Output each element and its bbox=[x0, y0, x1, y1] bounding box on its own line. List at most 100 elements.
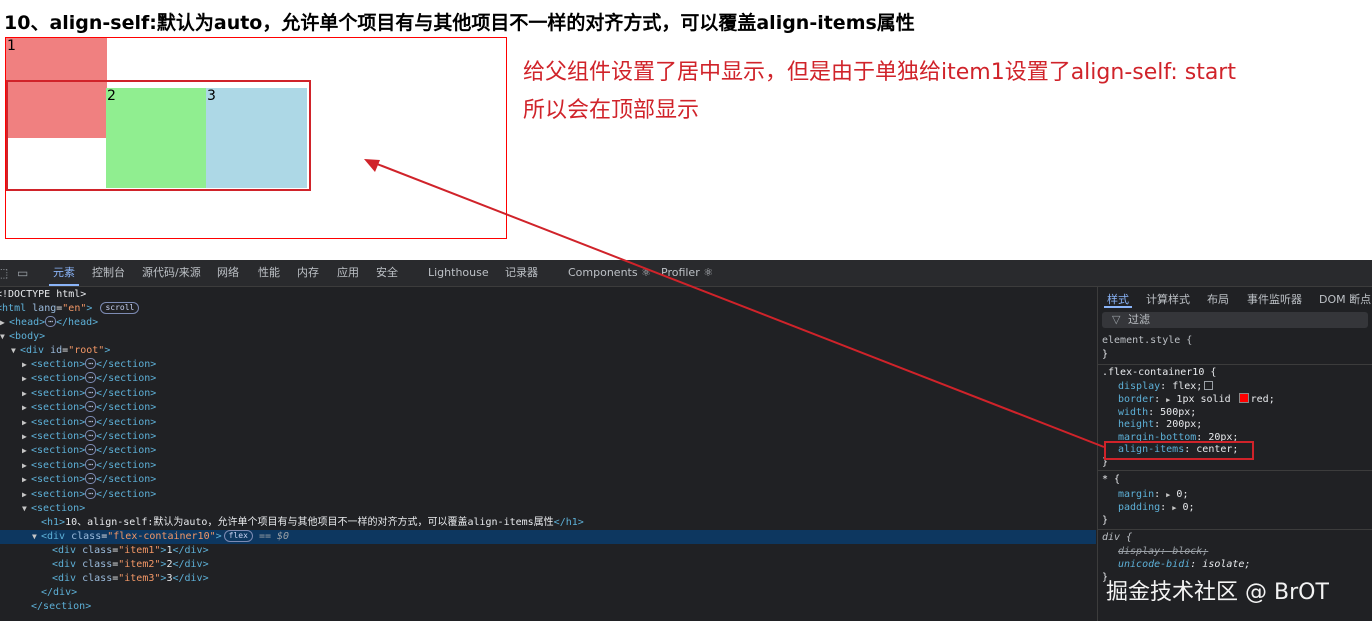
devtools-tabbar: ⬚ ▭ 元素 控制台 源代码/来源 网络 性能 内存 应用 安全 Lightho… bbox=[0, 260, 1372, 287]
prop-display[interactable]: display: flex; bbox=[1118, 380, 1214, 393]
prop-height[interactable]: height: 200px; bbox=[1118, 418, 1202, 431]
prop-padding[interactable]: padding: ▶ 0; bbox=[1118, 501, 1195, 514]
element-style-selector[interactable]: element.style { bbox=[1102, 334, 1192, 347]
dom-body[interactable]: ▼ <body> bbox=[0, 330, 1096, 344]
ua-selector[interactable]: div { bbox=[1102, 531, 1132, 544]
expand-arrow-icon[interactable]: ▶ bbox=[0, 316, 9, 330]
ellipsis-icon[interactable]: ⋯ bbox=[45, 316, 56, 327]
ellipsis-icon[interactable]: ⋯ bbox=[85, 444, 97, 456]
expand-arrow-icon[interactable]: ▶ bbox=[22, 416, 31, 430]
rule-selector[interactable]: .flex-container10 { bbox=[1102, 366, 1216, 379]
section-close-tag: section bbox=[108, 474, 151, 486]
expand-arrow-icon[interactable]: ▶ bbox=[22, 372, 31, 386]
prop-margin[interactable]: margin: ▶ 0; bbox=[1118, 488, 1188, 501]
tab-recorder[interactable]: 记录器 bbox=[505, 260, 538, 286]
inspect-icon[interactable]: ⬚ bbox=[0, 260, 8, 286]
expand-arrow-icon[interactable]: ▶ bbox=[22, 473, 31, 487]
tab-layout[interactable]: 布局 bbox=[1207, 291, 1229, 307]
tab-elements[interactable]: 元素 bbox=[49, 260, 79, 286]
dom-h1[interactable]: <h1>10、align-self:默认为auto，允许单个项目有与其他项目不一… bbox=[0, 516, 1096, 530]
dom-section-collapsed[interactable]: ▶ <section> ⋯ </section> bbox=[0, 444, 1096, 458]
dom-item3[interactable]: <div class="item3">3</div> bbox=[0, 572, 1096, 586]
ellipsis-icon[interactable]: ⋯ bbox=[85, 358, 97, 369]
ua-prop-unicode-bidi: unicode-bidi: isolate; bbox=[1118, 559, 1251, 570]
expand-arrow-icon[interactable]: ▶ bbox=[22, 488, 31, 502]
dom-flex-container-selected[interactable]: ▼ <div class="flex-container10"> flex == $… bbox=[0, 530, 1096, 544]
tab-lighthouse[interactable]: Lighthouse bbox=[428, 260, 489, 286]
dom-section-open[interactable]: ▼ <section> bbox=[0, 502, 1096, 516]
section-close-tag: section bbox=[108, 445, 151, 457]
tab-computed[interactable]: 计算样式 bbox=[1146, 291, 1190, 307]
tab-sources[interactable]: 源代码/来源 bbox=[142, 260, 201, 286]
tab-application[interactable]: 应用 bbox=[337, 260, 359, 286]
expand-arrow-icon[interactable]: ▶ bbox=[22, 430, 31, 444]
dom-section-collapsed[interactable]: ▶ <section> ⋯ </section> bbox=[0, 430, 1096, 444]
dom-section-collapsed[interactable]: ▶ <section> ⋯ </section> bbox=[0, 487, 1096, 502]
dom-div-close[interactable]: </div> bbox=[0, 586, 1096, 600]
ellipsis-icon[interactable]: ⋯ bbox=[85, 473, 97, 485]
expand-arrow-icon[interactable]: ▶ bbox=[22, 358, 31, 372]
tab-performance[interactable]: 性能 bbox=[258, 260, 280, 286]
annotation-highlight-box bbox=[6, 80, 311, 191]
dom-head[interactable]: ▶ <head> ⋯ </head> bbox=[0, 316, 1096, 330]
dom-section-collapsed[interactable]: ▶ <section> ⋯ </section> bbox=[0, 372, 1096, 386]
prop-border[interactable]: border: ▶ 1px solid red; bbox=[1118, 393, 1275, 406]
tab-event-listeners[interactable]: 事件监听器 bbox=[1247, 291, 1302, 307]
styles-filter-input[interactable]: ▽ 过滤 bbox=[1102, 312, 1368, 328]
dom-section-collapsed[interactable]: ▶ <section> ⋯ </section> bbox=[0, 473, 1096, 487]
tab-dom-breakpoints[interactable]: DOM 断点 bbox=[1319, 291, 1371, 307]
annotation-text: 给父组件设置了居中显示，但是由于单独给item1设置了align-self: s… bbox=[523, 54, 1368, 130]
expand-arrow-icon[interactable]: ▶ bbox=[22, 387, 31, 401]
tab-security[interactable]: 安全 bbox=[376, 260, 398, 286]
section-tag: section bbox=[37, 445, 80, 457]
collapse-arrow-icon[interactable]: ▼ bbox=[22, 502, 31, 516]
scroll-badge[interactable]: scroll bbox=[100, 302, 140, 314]
ellipsis-icon[interactable]: ⋯ bbox=[85, 415, 97, 427]
expand-arrow-icon[interactable]: ▶ bbox=[22, 444, 31, 458]
ellipsis-icon[interactable]: ⋯ bbox=[85, 372, 97, 384]
section-close-tag: section bbox=[108, 373, 151, 385]
tab-memory[interactable]: 内存 bbox=[297, 260, 319, 286]
tab-network[interactable]: 网络 bbox=[217, 260, 239, 286]
prop-value: 200px; bbox=[1166, 419, 1203, 430]
collapse-arrow-icon[interactable]: ▼ bbox=[32, 530, 41, 544]
dom-section-close[interactable]: </section> bbox=[0, 600, 1096, 614]
ellipsis-icon[interactable]: ⋯ bbox=[85, 401, 97, 413]
color-swatch-icon[interactable] bbox=[1238, 393, 1249, 403]
section-close-tag: section bbox=[43, 601, 86, 612]
expand-arrow-icon[interactable]: ▶ bbox=[1166, 396, 1170, 404]
device-toggle-icon[interactable]: ▭ bbox=[17, 260, 28, 286]
html-attr: lang bbox=[32, 303, 57, 314]
tab-console[interactable]: 控制台 bbox=[92, 260, 125, 286]
dom-item2[interactable]: <div class="item2">2</div> bbox=[0, 558, 1096, 572]
divider bbox=[1098, 470, 1372, 471]
dom-doctype[interactable]: <!DOCTYPE html> bbox=[0, 288, 1096, 302]
dom-section-collapsed[interactable]: ▶ <section> ⋯ </section> bbox=[0, 358, 1096, 372]
expand-arrow-icon[interactable]: ▶ bbox=[1166, 491, 1170, 499]
ellipsis-icon[interactable]: ⋯ bbox=[85, 487, 97, 499]
ellipsis-icon[interactable]: ⋯ bbox=[85, 458, 97, 470]
ellipsis-icon[interactable]: ⋯ bbox=[85, 430, 97, 441]
tab-components[interactable]: Components ⚛ bbox=[568, 260, 651, 286]
flex-badge[interactable]: flex bbox=[223, 530, 253, 542]
collapse-arrow-icon[interactable]: ▼ bbox=[11, 344, 20, 358]
flex-editor-icon[interactable] bbox=[1204, 381, 1214, 390]
tab-styles[interactable]: 样式 bbox=[1104, 291, 1132, 308]
dom-section-collapsed[interactable]: ▶ <section> ⋯ </section> bbox=[0, 386, 1096, 401]
tab-profiler[interactable]: Profiler ⚛ bbox=[661, 260, 713, 286]
dom-html[interactable]: <html lang="en"> scroll bbox=[0, 302, 1096, 316]
ellipsis-icon[interactable]: ⋯ bbox=[85, 386, 97, 398]
page-heading: 10、align-self:默认为auto，允许单个项目有与其他项目不一样的对齐… bbox=[4, 12, 915, 34]
star-selector[interactable]: * { bbox=[1102, 473, 1120, 486]
prop-name: display bbox=[1118, 381, 1161, 392]
collapse-arrow-icon[interactable]: ▼ bbox=[0, 330, 9, 344]
dom-section-collapsed[interactable]: ▶ <section> ⋯ </section> bbox=[0, 401, 1096, 415]
expand-arrow-icon[interactable]: ▶ bbox=[1172, 504, 1176, 512]
section-close-tag: section bbox=[108, 359, 151, 370]
dom-item1[interactable]: <div class="item1">1</div> bbox=[0, 544, 1096, 558]
expand-arrow-icon[interactable]: ▶ bbox=[22, 401, 31, 415]
dom-section-collapsed[interactable]: ▶ <section> ⋯ </section> bbox=[0, 458, 1096, 473]
expand-arrow-icon[interactable]: ▶ bbox=[22, 459, 31, 473]
dom-root[interactable]: ▼ <div id="root"> bbox=[0, 344, 1096, 358]
dom-section-collapsed[interactable]: ▶ <section> ⋯ </section> bbox=[0, 415, 1096, 430]
